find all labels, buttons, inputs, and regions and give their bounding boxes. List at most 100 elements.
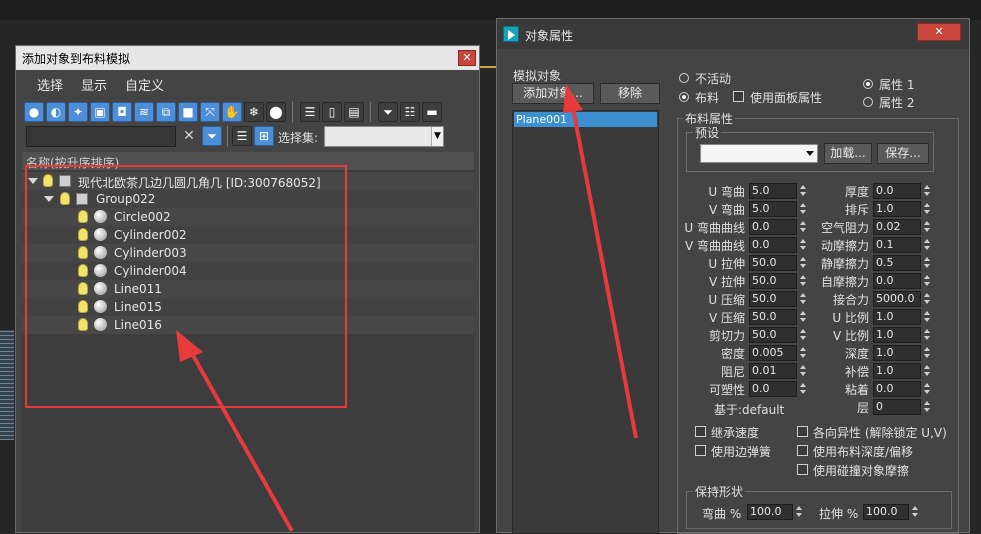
- param-value[interactable]: 0.1: [873, 237, 921, 253]
- menu-select[interactable]: 选择: [37, 75, 63, 94]
- spinner-arrows-icon[interactable]: [799, 183, 808, 199]
- spinner-arrows-icon[interactable]: [799, 201, 808, 217]
- use-edge-springs-checkbox[interactable]: [695, 445, 706, 456]
- display-hidden-icon[interactable]: ⬤: [266, 102, 286, 122]
- param-value[interactable]: 0.005: [749, 345, 797, 361]
- spinner-arrows-icon[interactable]: [923, 399, 932, 415]
- param-value[interactable]: 1.0: [873, 363, 921, 379]
- param-value[interactable]: 0.01: [749, 363, 797, 379]
- spinner-arrows-icon[interactable]: [923, 201, 932, 217]
- find-input[interactable]: [26, 126, 176, 147]
- menu-customize[interactable]: 自定义: [125, 75, 164, 94]
- select-none-icon[interactable]: ▯: [322, 102, 342, 122]
- param-value[interactable]: 50.0: [749, 291, 797, 307]
- filter-icon[interactable]: ⏷: [378, 102, 398, 122]
- param-value[interactable]: 1.0: [873, 201, 921, 217]
- select-invert-icon[interactable]: ▤: [344, 102, 364, 122]
- spinner-arrows-icon[interactable]: [799, 381, 808, 397]
- spinner-arrows-icon[interactable]: [799, 345, 808, 361]
- spinner-arrows-icon[interactable]: [923, 363, 932, 379]
- spinner-arrows-icon[interactable]: [799, 291, 808, 307]
- filter-toggle-icon[interactable]: ⏷: [202, 126, 222, 146]
- options-icon[interactable]: ▬: [422, 102, 442, 122]
- display-groups-icon[interactable]: ⧉: [156, 102, 176, 122]
- radio-property-2[interactable]: [863, 97, 873, 107]
- spinner-arrows-icon[interactable]: [923, 237, 932, 253]
- param-value[interactable]: 5000.0: [873, 291, 921, 307]
- chevron-down-icon[interactable]: ▼: [431, 127, 443, 146]
- add-objects-button[interactable]: 添加对象...: [512, 83, 594, 104]
- bend-percent-value[interactable]: 100.0: [747, 504, 793, 520]
- display-xrefs-icon[interactable]: ■: [178, 102, 198, 122]
- param-value[interactable]: 0.0: [749, 237, 797, 253]
- spinner-arrows-icon[interactable]: [923, 255, 932, 271]
- use-cloth-depth-checkbox[interactable]: [797, 445, 808, 456]
- layers-icon[interactable]: ☰: [232, 126, 252, 146]
- remove-button[interactable]: 移除: [600, 83, 660, 104]
- param-value[interactable]: 1.0: [873, 327, 921, 343]
- selection-set-dropdown[interactable]: ▼: [324, 126, 444, 147]
- radio-property-1[interactable]: [863, 79, 873, 89]
- display-containers-icon[interactable]: ✋: [222, 102, 242, 122]
- spinner-arrows-icon[interactable]: [799, 363, 808, 379]
- param-value[interactable]: 0: [873, 399, 921, 415]
- load-button[interactable]: 加载...: [824, 143, 872, 164]
- spinner-arrows-icon[interactable]: [795, 504, 804, 520]
- anisotropic-checkbox[interactable]: [797, 426, 808, 437]
- param-value[interactable]: 1.0: [873, 309, 921, 325]
- spinner-arrows-icon[interactable]: [923, 327, 932, 343]
- param-value[interactable]: 0.5: [873, 255, 921, 271]
- spinner-arrows-icon[interactable]: [911, 504, 920, 520]
- param-value[interactable]: 5.0: [749, 183, 797, 199]
- param-value[interactable]: 0.02: [873, 219, 921, 235]
- display-frozen-icon[interactable]: ❄: [244, 102, 264, 122]
- save-button[interactable]: 保存...: [877, 143, 929, 164]
- menu-display[interactable]: 显示: [81, 75, 107, 94]
- spinner-arrows-icon[interactable]: [799, 255, 808, 271]
- param-value[interactable]: 50.0: [749, 255, 797, 271]
- spinner-arrows-icon[interactable]: [799, 237, 808, 253]
- list-item-selected[interactable]: Plane001: [514, 112, 657, 127]
- spinner-arrows-icon[interactable]: [923, 219, 932, 235]
- use-collision-friction-checkbox[interactable]: [797, 464, 808, 475]
- spinner-arrows-icon[interactable]: [799, 309, 808, 325]
- spinner-arrows-icon[interactable]: [923, 291, 932, 307]
- display-spacewarps-icon[interactable]: ≋: [134, 102, 154, 122]
- param-value[interactable]: 0.0: [873, 273, 921, 289]
- preset-dropdown[interactable]: [700, 144, 818, 163]
- inherit-velocity-checkbox[interactable]: [695, 426, 706, 437]
- param-value[interactable]: 0.0: [873, 381, 921, 397]
- display-helpers-icon[interactable]: ◘: [112, 102, 132, 122]
- display-bones-icon[interactable]: ⤧: [200, 102, 220, 122]
- use-panel-props-checkbox[interactable]: [733, 91, 744, 102]
- select-all-icon[interactable]: ☰: [300, 102, 320, 122]
- spinner-arrows-icon[interactable]: [923, 345, 932, 361]
- spinner-arrows-icon[interactable]: [923, 381, 932, 397]
- stretch-percent-value[interactable]: 100.0: [863, 504, 909, 520]
- display-geometry-icon[interactable]: ●: [24, 102, 44, 122]
- spinner-arrows-icon[interactable]: [923, 183, 932, 199]
- param-value[interactable]: 0.0: [749, 219, 797, 235]
- spinner-arrows-icon[interactable]: [923, 309, 932, 325]
- spinner-arrows-icon[interactable]: [799, 273, 808, 289]
- param-value[interactable]: 1.0: [873, 345, 921, 361]
- spinner-arrows-icon[interactable]: [923, 273, 932, 289]
- filter-list-icon[interactable]: ☷: [400, 102, 420, 122]
- param-value[interactable]: 50.0: [749, 327, 797, 343]
- display-cameras-icon[interactable]: ▣: [90, 102, 110, 122]
- spinner-arrows-icon[interactable]: [799, 219, 808, 235]
- spinner-arrows-icon[interactable]: [799, 327, 808, 343]
- close-icon[interactable]: ✕: [917, 23, 961, 41]
- param-value[interactable]: 50.0: [749, 309, 797, 325]
- close-icon[interactable]: ✕: [458, 50, 476, 66]
- radio-cloth[interactable]: [679, 92, 689, 102]
- hierarchy-icon[interactable]: ⊞: [254, 126, 274, 146]
- radio-inactive[interactable]: [679, 73, 689, 83]
- clear-search-icon[interactable]: ✕: [181, 128, 197, 144]
- display-lights-icon[interactable]: ✦: [68, 102, 88, 122]
- param-value[interactable]: 5.0: [749, 201, 797, 217]
- param-value[interactable]: 50.0: [749, 273, 797, 289]
- display-shapes-icon[interactable]: ◐: [46, 102, 66, 122]
- param-value[interactable]: 0.0: [749, 381, 797, 397]
- param-value[interactable]: 0.0: [873, 183, 921, 199]
